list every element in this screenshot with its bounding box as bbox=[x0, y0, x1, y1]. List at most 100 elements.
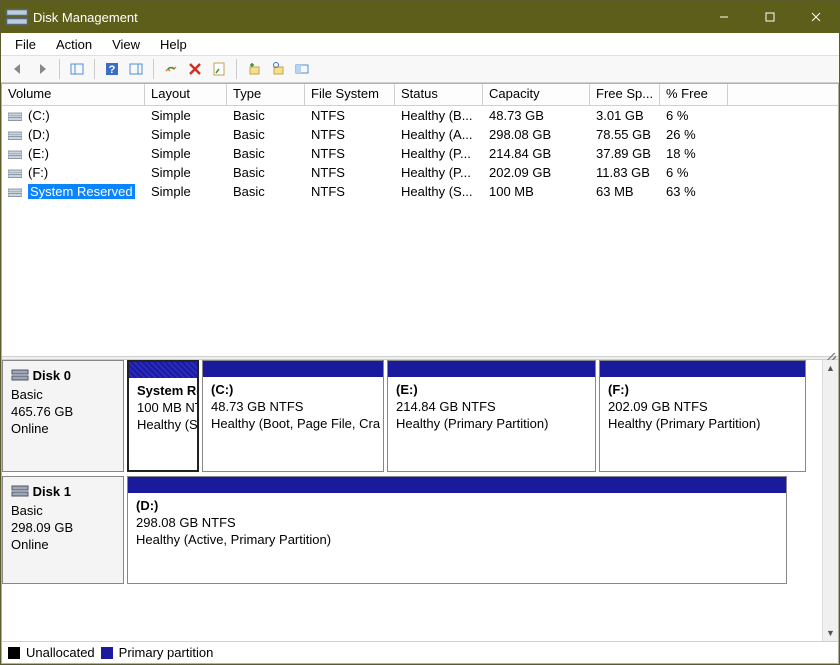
menu-view[interactable]: View bbox=[102, 35, 150, 54]
drive-icon bbox=[8, 131, 22, 141]
cell: 6 % bbox=[660, 108, 728, 123]
menu-file[interactable]: File bbox=[5, 35, 46, 54]
partition-color-bar bbox=[128, 477, 786, 493]
disk-graphical-view[interactable]: Disk 0Basic465.76 GBOnlineSystem Re100 M… bbox=[2, 360, 838, 641]
volume-name-cell: (F:) bbox=[2, 165, 145, 180]
app-icon bbox=[5, 5, 29, 29]
disk-row: Disk 1Basic298.09 GBOnline(D:)298.08 GB … bbox=[2, 476, 838, 588]
volume-name-cell: System Reserved bbox=[2, 184, 145, 199]
forward-button[interactable] bbox=[31, 58, 53, 80]
cell: 214.84 GB bbox=[483, 146, 590, 161]
volume-list[interactable]: VolumeLayoutTypeFile SystemStatusCapacit… bbox=[2, 84, 838, 356]
disk-name: Disk 0 bbox=[33, 368, 71, 383]
back-button[interactable] bbox=[7, 58, 29, 80]
cell: 11.83 GB bbox=[590, 165, 660, 180]
disk-header[interactable]: Disk 0Basic465.76 GBOnline bbox=[2, 360, 124, 472]
cell: 100 MB bbox=[483, 184, 590, 199]
properties-button[interactable] bbox=[208, 58, 230, 80]
cell: 6 % bbox=[660, 165, 728, 180]
minimize-button[interactable] bbox=[701, 1, 747, 33]
partition-status: Healthy (Primary Partition) bbox=[396, 415, 587, 432]
partition-size: 202.09 GB NTFS bbox=[608, 398, 797, 415]
window-title: Disk Management bbox=[29, 10, 701, 25]
drive-icon bbox=[8, 150, 22, 160]
scroll-up-icon[interactable]: ▲ bbox=[823, 360, 838, 376]
cell: Simple bbox=[145, 127, 227, 142]
disk-type: Basic bbox=[11, 502, 115, 519]
close-button[interactable] bbox=[793, 1, 839, 33]
volume-name-cell: (E:) bbox=[2, 146, 145, 161]
volume-row[interactable]: (C:)SimpleBasicNTFSHealthy (B...48.73 GB… bbox=[2, 106, 838, 125]
cell: NTFS bbox=[305, 165, 395, 180]
column-header-capacity[interactable]: Capacity bbox=[483, 84, 590, 105]
new-volume-button[interactable] bbox=[243, 58, 265, 80]
cell: 26 % bbox=[660, 127, 728, 142]
volume-row[interactable]: (E:)SimpleBasicNTFSHealthy (P...214.84 G… bbox=[2, 144, 838, 163]
maximize-button[interactable] bbox=[747, 1, 793, 33]
volume-row[interactable]: (D:)SimpleBasicNTFSHealthy (A...298.08 G… bbox=[2, 125, 838, 144]
titlebar[interactable]: Disk Management bbox=[1, 1, 839, 33]
disk-icon bbox=[11, 368, 29, 386]
disk-type: Basic bbox=[11, 386, 115, 403]
show-hide-console-tree-button[interactable] bbox=[66, 58, 88, 80]
partition-status: Healthy (Boot, Page File, Cra bbox=[211, 415, 375, 432]
legend-swatch-primary bbox=[101, 647, 113, 659]
disk-header[interactable]: Disk 1Basic298.09 GBOnline bbox=[2, 476, 124, 584]
refresh-button[interactable] bbox=[160, 58, 182, 80]
cell: Simple bbox=[145, 108, 227, 123]
cell: Simple bbox=[145, 165, 227, 180]
scroll-down-icon[interactable]: ▼ bbox=[823, 625, 838, 641]
cell: Simple bbox=[145, 146, 227, 161]
cell: 78.55 GB bbox=[590, 127, 660, 142]
cell: NTFS bbox=[305, 108, 395, 123]
drive-icon bbox=[8, 112, 22, 122]
cell: 202.09 GB bbox=[483, 165, 590, 180]
cell: Healthy (B... bbox=[395, 108, 483, 123]
partition-color-bar bbox=[203, 361, 383, 377]
volume-label: (E:) bbox=[28, 146, 49, 161]
scrollbar[interactable]: ▲ ▼ bbox=[822, 360, 838, 641]
cell: Basic bbox=[227, 165, 305, 180]
partition[interactable]: System Re100 MB NTHealthy (S bbox=[127, 360, 199, 472]
column-header-layout[interactable]: Layout bbox=[145, 84, 227, 105]
partition[interactable]: (C:)48.73 GB NTFSHealthy (Boot, Page Fil… bbox=[202, 360, 384, 472]
column-header-filesystem[interactable]: File System bbox=[305, 84, 395, 105]
svg-text:?: ? bbox=[109, 64, 116, 76]
drive-icon bbox=[8, 188, 22, 198]
volume-row[interactable]: (F:)SimpleBasicNTFSHealthy (P...202.09 G… bbox=[2, 163, 838, 182]
action-pane-button[interactable] bbox=[125, 58, 147, 80]
disk-state: Online bbox=[11, 420, 115, 437]
menu-action[interactable]: Action bbox=[46, 35, 102, 54]
disk-state: Online bbox=[11, 536, 115, 553]
partition[interactable]: (E:)214.84 GB NTFSHealthy (Primary Parti… bbox=[387, 360, 596, 472]
help-button[interactable]: ? bbox=[101, 58, 123, 80]
menubar: File Action View Help bbox=[1, 33, 839, 55]
legend: Unallocated Primary partition bbox=[2, 641, 838, 663]
partition-status: Healthy (Primary Partition) bbox=[608, 415, 797, 432]
partition-status: Healthy (S bbox=[137, 416, 189, 433]
partition-label: (E:) bbox=[396, 381, 587, 398]
partition-size: 298.08 GB NTFS bbox=[136, 514, 778, 531]
extend-button[interactable] bbox=[291, 58, 313, 80]
disk-size: 298.09 GB bbox=[11, 519, 115, 536]
format-button[interactable] bbox=[267, 58, 289, 80]
column-header-freespace[interactable]: Free Sp... bbox=[590, 84, 660, 105]
column-header-volume[interactable]: Volume bbox=[2, 84, 145, 105]
cell: Basic bbox=[227, 184, 305, 199]
partition-color-bar bbox=[129, 362, 197, 378]
cell: Healthy (P... bbox=[395, 146, 483, 161]
partition[interactable]: (D:)298.08 GB NTFSHealthy (Active, Prima… bbox=[127, 476, 787, 584]
toolbar: ? bbox=[1, 55, 839, 83]
column-header-status[interactable]: Status bbox=[395, 84, 483, 105]
column-header-type[interactable]: Type bbox=[227, 84, 305, 105]
cell: Basic bbox=[227, 108, 305, 123]
legend-primary-label: Primary partition bbox=[119, 645, 214, 660]
volume-row[interactable]: System ReservedSimpleBasicNTFSHealthy (S… bbox=[2, 182, 838, 201]
delete-button[interactable] bbox=[184, 58, 206, 80]
cell: 3.01 GB bbox=[590, 108, 660, 123]
cell: NTFS bbox=[305, 127, 395, 142]
partition[interactable]: (F:)202.09 GB NTFSHealthy (Primary Parti… bbox=[599, 360, 806, 472]
column-header-pctfree[interactable]: % Free bbox=[660, 84, 728, 105]
cell: 298.08 GB bbox=[483, 127, 590, 142]
menu-help[interactable]: Help bbox=[150, 35, 197, 54]
